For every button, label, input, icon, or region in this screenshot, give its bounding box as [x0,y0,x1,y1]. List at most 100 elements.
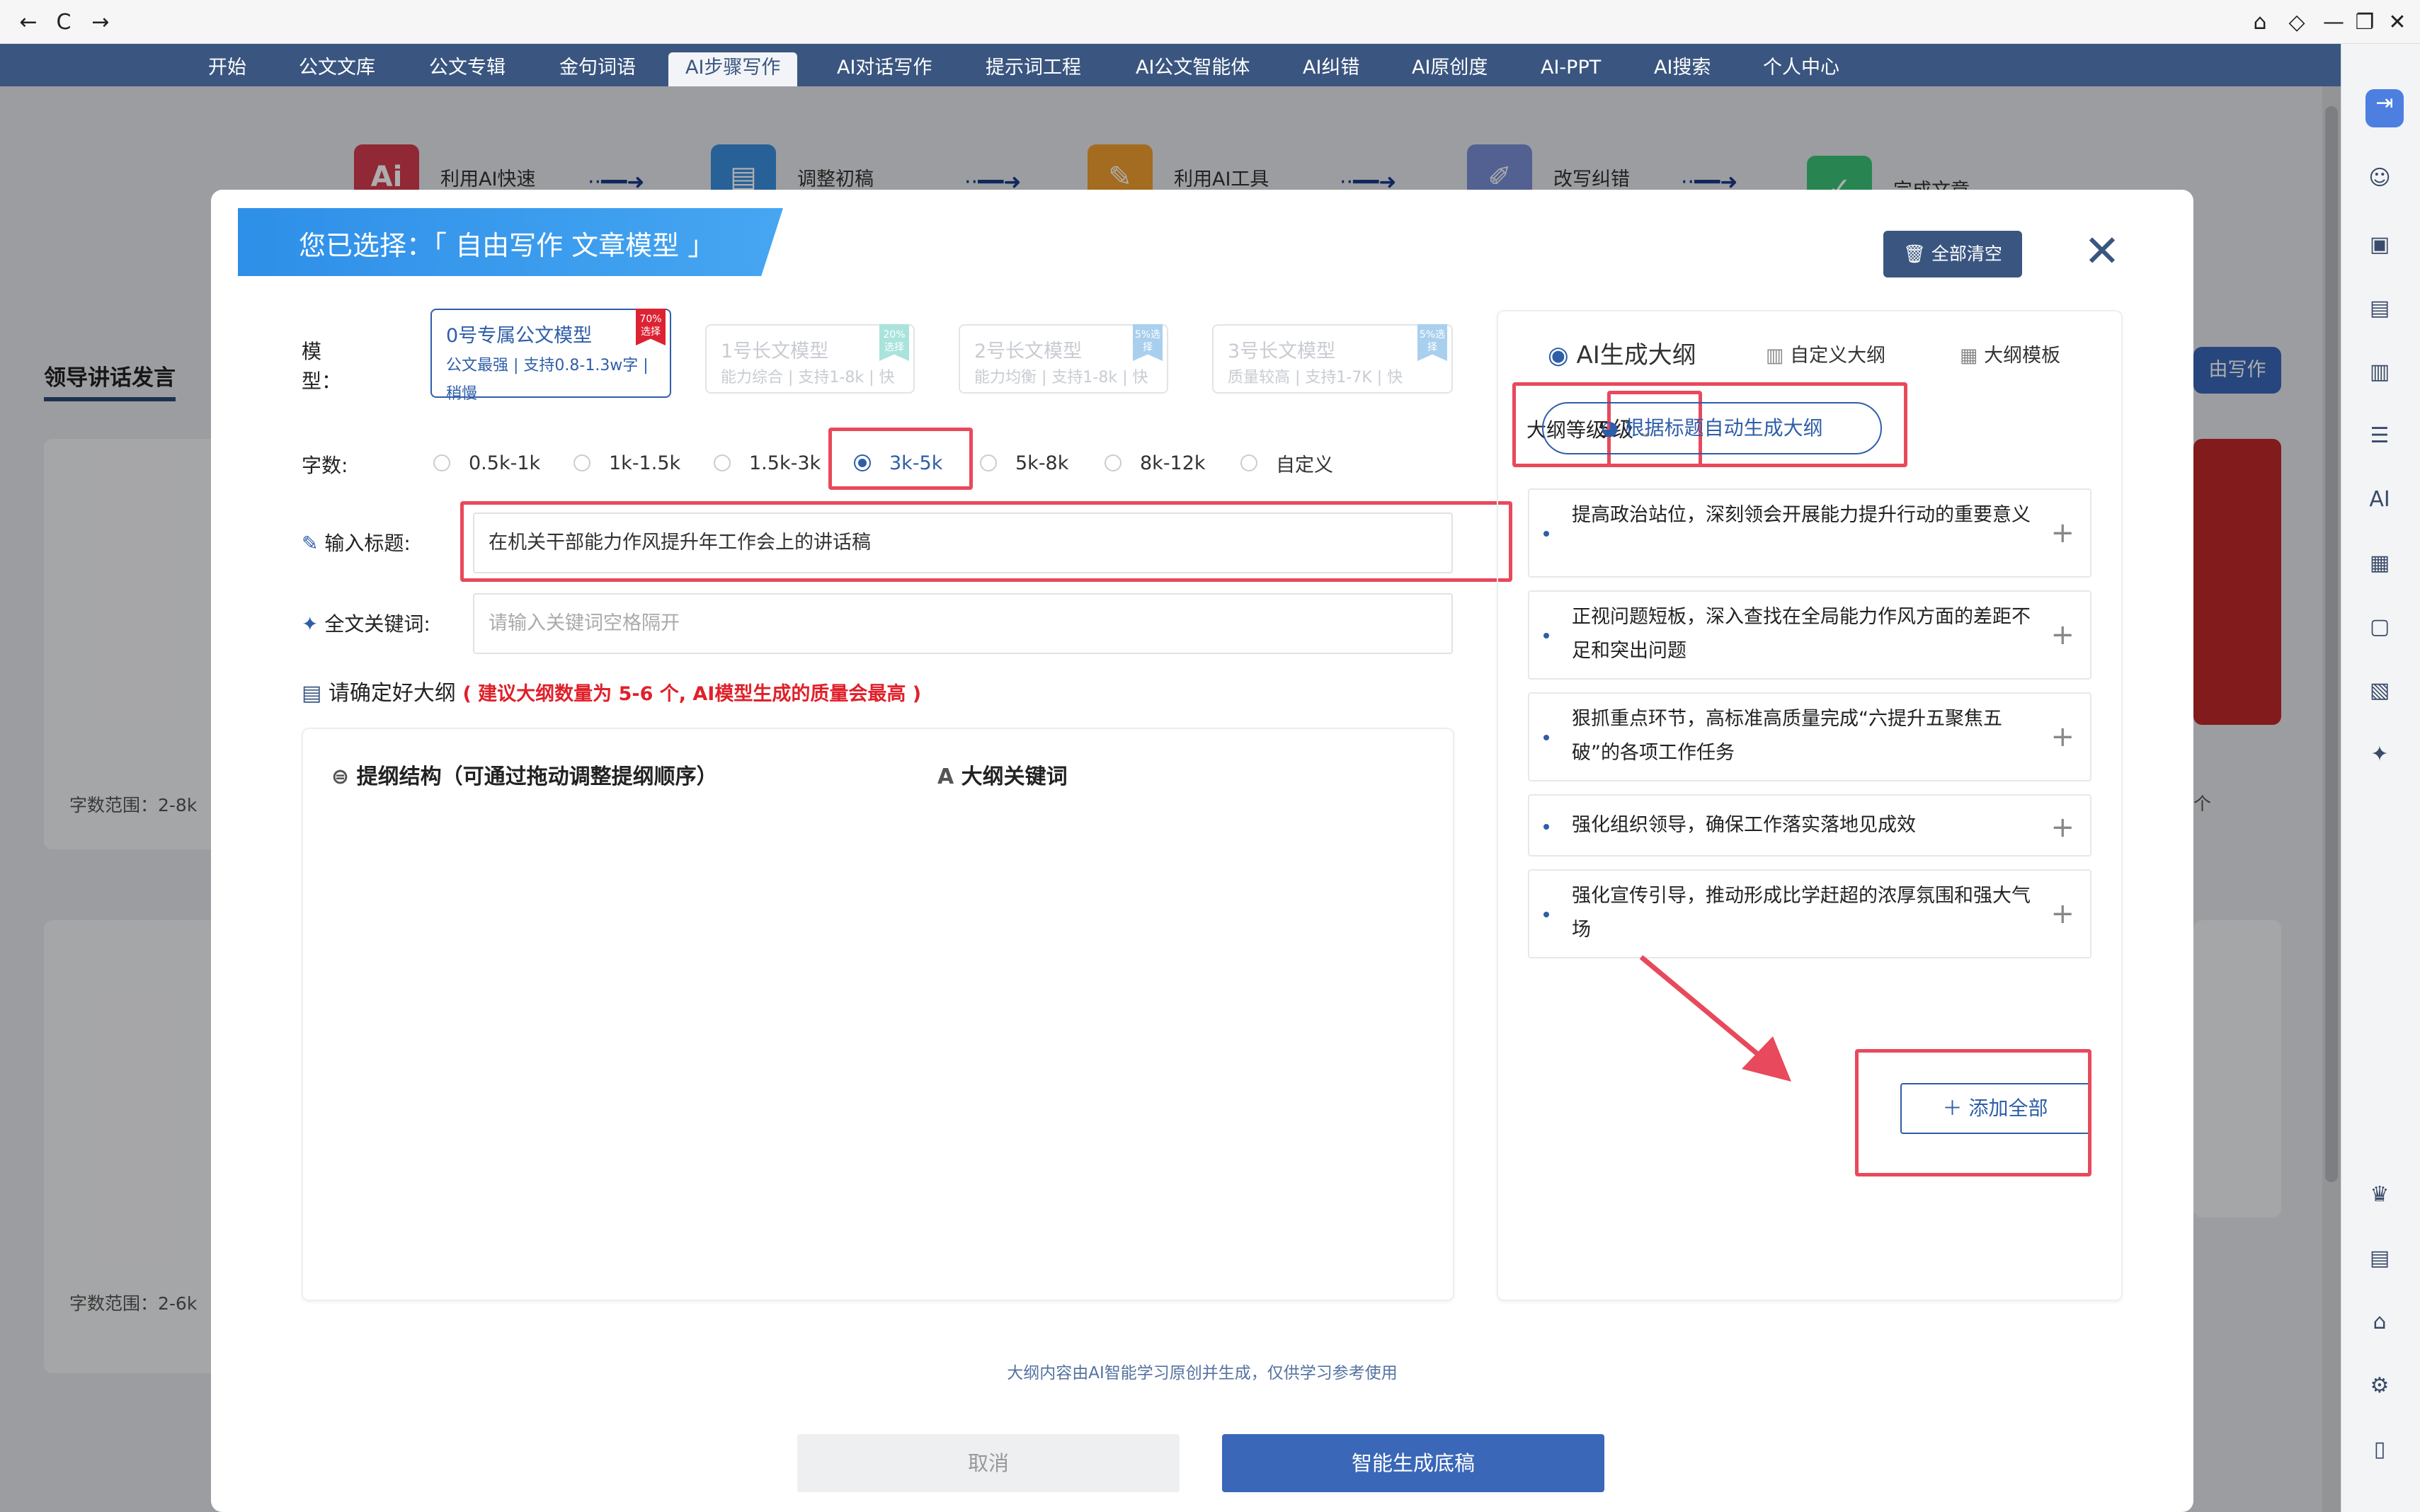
selection-banner-text: 您已选择：「 自由写作 文章模型 」 [299,230,715,261]
model-name: 0号专属公文模型 [446,325,593,347]
gift-icon[interactable]: ✦ [2365,740,2394,769]
user-icon[interactable]: ☺ [2365,164,2394,193]
settings-icon[interactable]: ⚙ [2365,1372,2394,1400]
file-icon[interactable]: ▦ [2365,549,2394,578]
outline-item-text: 强化宣传引导，推动形成比学赶超的浓厚氛围和强大气场 [1572,885,2031,941]
notes-icon[interactable]: ▧ [2365,677,2394,705]
nav-item-ai-steps[interactable]: AI步骤写作 [668,52,798,86]
wordcount-option-label: 1.5k-3k [749,452,821,474]
clear-all-button[interactable]: 🗑 全部清空 [1883,231,2022,277]
nav-item-start[interactable]: 开始 [191,52,263,86]
tab-custom-outline[interactable]: ▥ 自定义大纲 [1766,340,1885,367]
phone-icon[interactable]: ▯ [2365,1436,2394,1464]
outline-item[interactable]: 强化组织领导，确保工作落实落地见成效 + [1528,794,2091,857]
structure-icon: ⊜ [331,764,357,789]
radio-icon [433,454,450,471]
crown-icon[interactable]: ♛ [2365,1181,2394,1209]
login-icon[interactable]: ⇥ [2365,89,2404,127]
highlight-box-title [460,501,1512,582]
generate-draft-button[interactable]: 智能生成底稿 [1222,1434,1604,1492]
close-modal-button[interactable]: ✕ [2077,228,2127,277]
forward-icon[interactable]: → [86,8,115,37]
wordcount-option[interactable]: 5k-8k [980,449,1068,477]
list-icon[interactable]: ☰ [2365,422,2394,450]
highlight-box-auto-generate [1512,382,1907,467]
keywords-input[interactable]: 请输入关键词空格隔开 [473,593,1453,654]
outline-item[interactable]: 提高政治站位，深刻领会开展能力提升行动的重要意义 + [1528,488,2091,578]
model-card-1[interactable]: 1号长文模型 能力综合 | 支持1-8k | 快 20%选择 [705,324,915,394]
outline-item[interactable]: 强化宣传引导，推动形成比学赶超的浓厚氛围和强大气场 + [1528,869,2091,958]
radio-icon [1105,454,1121,471]
wordcount-label: 字数: [302,454,348,477]
nav-item-ai-chat[interactable]: AI对话写作 [820,52,949,86]
add-icon[interactable]: + [2050,811,2074,844]
model-card-3[interactable]: 3号长文模型 质量较高 | 支持1-7K | 快 5%选择 [1212,324,1453,394]
nav-item-ai-search[interactable]: AI搜索 [1637,52,1728,86]
nav-item-prompt[interactable]: 提示词工程 [969,52,1098,86]
home-icon[interactable]: ⌂ [2246,8,2274,37]
outline-confirm-text: 请确定好大纲 [328,681,456,706]
structure-title: ⊜ 提纲结构（可通过拖动调整提纲顺序） [331,759,718,790]
model-card-2[interactable]: 2号长文模型 能力均衡 | 支持1-8k | 快 5%选择 [959,324,1168,394]
document-icon[interactable]: ▤ [2365,294,2394,323]
title-label-text: 输入标题: [324,532,411,555]
archive-icon[interactable]: ▤ [2365,1244,2394,1273]
model-desc: 质量较高 | 支持1-7K | 快 [1228,369,1403,386]
outline-item-text: 狠抓重点环节，高标准高质量完成“六提升五聚焦五破”的各项工作任务 [1572,708,2002,764]
window-close-icon[interactable]: ✕ [2383,8,2412,37]
outline-item-text: 提高政治站位，深刻领会开展能力提升行动的重要意义 [1572,504,2031,526]
nav-item-ai-originality[interactable]: AI原创度 [1395,52,1505,86]
nav-item-albums[interactable]: 公文专辑 [412,52,523,86]
briefcase-icon[interactable]: ▣ [2365,231,2394,259]
wordcount-option[interactable]: 8k-12k [1105,449,1206,477]
ppt-icon[interactable]: ▢ [2365,613,2394,641]
outline-item[interactable]: 狠抓重点环节，高标准高质量完成“六提升五聚焦五破”的各项工作任务 + [1528,692,2091,781]
cancel-button[interactable]: 取消 [797,1434,1180,1492]
keywords-icon: A [937,764,961,789]
highlight-box-wordcount [828,428,973,490]
bank-icon[interactable]: ▥ [2365,358,2394,386]
wordcount-option[interactable]: 自定义 [1240,449,1333,477]
model-desc: 能力均衡 | 支持1-8k | 快 [974,369,1148,386]
minimize-icon[interactable]: — [2319,8,2348,37]
back-icon[interactable]: ← [14,8,42,37]
reload-icon[interactable]: C [50,8,78,37]
bullet-icon [1543,824,1549,830]
model-card-0[interactable]: 0号专属公文模型 公文最强 | 支持0.8-1.3w字 | 稍慢 70%选择 [430,309,671,403]
nav-item-ai-agent[interactable]: AI公文智能体 [1119,52,1267,86]
home-icon[interactable]: ⌂ [2365,1308,2394,1336]
favorite-icon[interactable]: ◇ [2283,8,2311,37]
nav-item-phrases[interactable]: 金句词语 [542,52,653,86]
tab-outline-template-label: 大纲模板 [1984,345,2061,367]
wordcount-option[interactable]: 0.5k-1k [433,449,540,477]
keywords-label-text: 全文关键词: [324,612,430,636]
add-icon[interactable]: + [2050,898,2074,930]
add-icon[interactable]: + [2050,517,2074,549]
outline-structure-panel[interactable] [302,728,1454,1301]
model-name: 1号长文模型 [721,340,829,362]
nav-item-library[interactable]: 公文文库 [282,52,392,86]
bullet-icon [1543,531,1549,537]
add-icon[interactable]: + [2050,721,2074,753]
radio-icon [980,454,997,471]
model-desc: 公文最强 | 支持0.8-1.3w字 | 稍慢 [446,357,649,403]
nav-item-ai-ppt[interactable]: AI-PPT [1524,52,1618,86]
add-icon[interactable]: + [2050,619,2074,651]
structure-title-text: 提纲结构（可通过拖动调整提纲顺序） [356,764,718,789]
outline-keywords-title: A 大纲关键词 [937,759,1068,790]
pointer-arrow-icon [1639,955,1791,1082]
tab-ai-outline[interactable]: ◉ AI生成大纲 [1548,336,1696,370]
nav-item-profile[interactable]: 个人中心 [1746,52,1856,86]
tab-outline-template[interactable]: ▦ 大纲模板 [1960,340,2060,367]
tab-custom-outline-label: 自定义大纲 [1790,345,1886,367]
ai-icon[interactable]: AI [2365,486,2394,514]
restore-icon[interactable]: ❐ [2351,8,2379,37]
model-label: 模 型： [302,340,342,393]
wordcount-option[interactable]: 1.5k-3k [714,449,821,477]
outline-item[interactable]: 正视问题短板，深入查找在全局能力作风方面的差距不足和突出问题 + [1528,590,2091,680]
keywords-label: ✦ 全文关键词: [302,609,430,637]
bullet-icon [1543,912,1549,917]
pin-icon: ✦ [302,612,325,636]
wordcount-option[interactable]: 1k-1.5k [573,449,680,477]
nav-item-ai-correct[interactable]: AI纠错 [1286,52,1376,86]
